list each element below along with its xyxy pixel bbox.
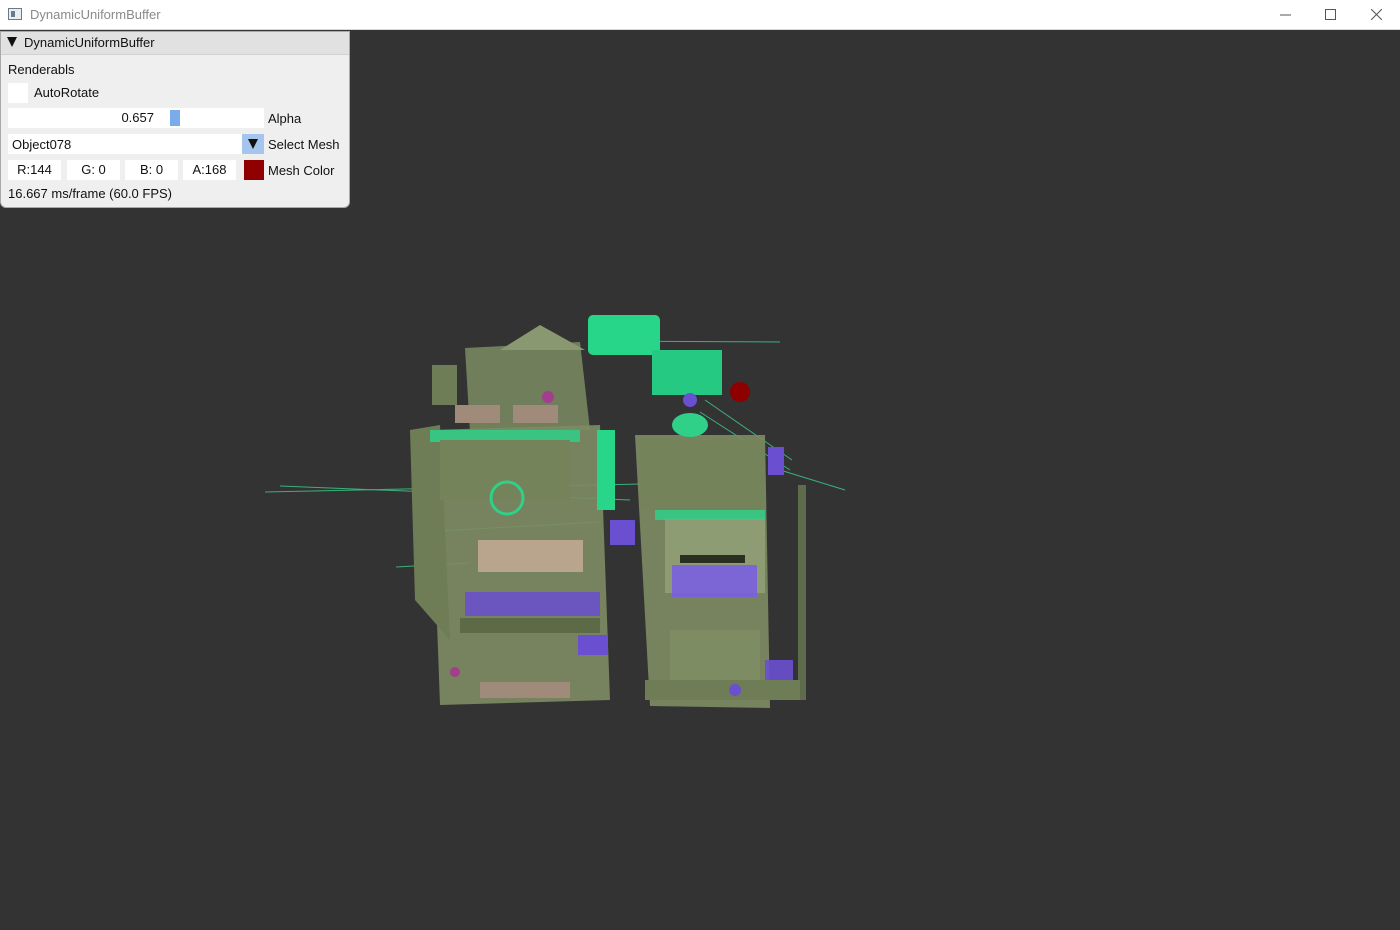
color-r-field[interactable]: R:144 xyxy=(8,160,61,180)
select-mesh-label: Select Mesh xyxy=(268,137,340,152)
section-label: Renderabls xyxy=(8,62,75,77)
title-bar: DynamicUniformBuffer xyxy=(0,0,1400,30)
alpha-label: Alpha xyxy=(268,111,302,126)
alpha-slider-grab[interactable] xyxy=(170,110,180,126)
auto-rotate-label: AutoRotate xyxy=(34,85,100,100)
maximize-icon xyxy=(1325,9,1336,20)
dropdown-arrow-icon[interactable] xyxy=(242,134,264,154)
close-button[interactable] xyxy=(1354,0,1399,30)
mesh-select-value: Object078 xyxy=(12,137,72,152)
panel-title: DynamicUniformBuffer xyxy=(24,35,155,50)
color-b-field[interactable]: B: 0 xyxy=(125,160,178,180)
auto-rotate-checkbox[interactable] xyxy=(8,83,28,103)
settings-panel: DynamicUniformBuffer Renderabls AutoRota… xyxy=(0,31,350,208)
color-a-field[interactable]: A:168 xyxy=(183,160,236,180)
maximize-button[interactable] xyxy=(1308,0,1353,30)
fps-text: 16.667 ms/frame (60.0 FPS) xyxy=(8,186,173,201)
alpha-value: 0.657 xyxy=(121,110,154,125)
alpha-slider[interactable]: 0.657 xyxy=(8,108,264,128)
mesh-color-label: Mesh Color xyxy=(268,163,335,178)
minimize-icon xyxy=(1280,14,1291,16)
color-g-field[interactable]: G: 0 xyxy=(67,160,120,180)
panel-title-bar[interactable]: DynamicUniformBuffer xyxy=(1,32,349,55)
window-title: DynamicUniformBuffer xyxy=(30,7,161,22)
mesh-select-combo[interactable]: Object078 xyxy=(8,134,242,154)
minimize-button[interactable] xyxy=(1263,0,1308,30)
collapse-arrow-icon[interactable] xyxy=(7,37,17,47)
mesh-color-swatch[interactable] xyxy=(244,160,264,180)
close-icon xyxy=(1371,9,1382,20)
app-icon xyxy=(8,8,22,20)
